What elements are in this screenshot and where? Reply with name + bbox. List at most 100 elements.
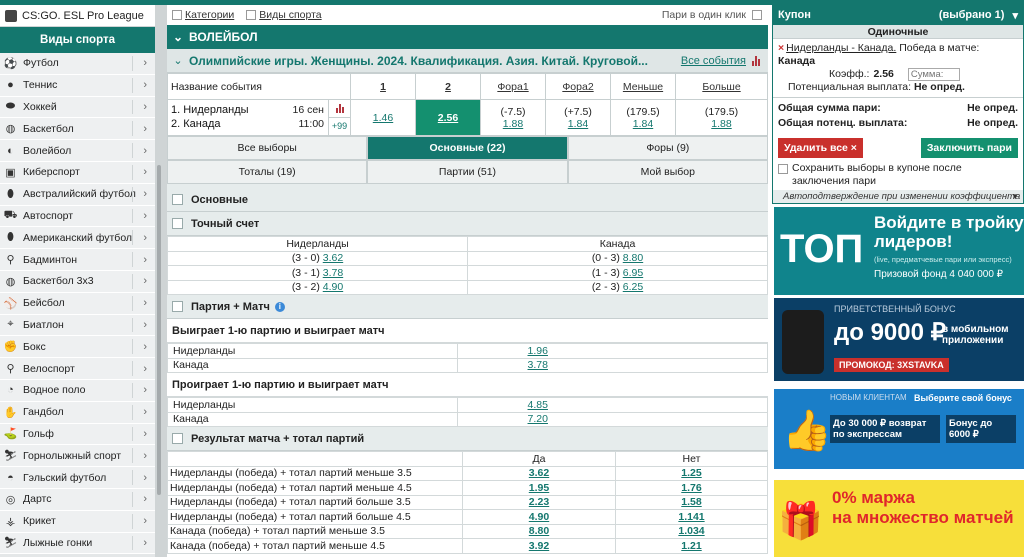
- save-checkbox[interactable]: [778, 164, 788, 174]
- section-checkbox[interactable]: [172, 218, 183, 229]
- all-events-link[interactable]: Все события: [681, 55, 746, 67]
- event-stats-icon[interactable]: [329, 100, 350, 117]
- col-fora2[interactable]: Фора2: [562, 81, 593, 93]
- sidebar-item-9[interactable]: ⚲ Бадминтон ›: [0, 249, 155, 271]
- section-main[interactable]: Основные: [167, 188, 768, 212]
- coupon-header[interactable]: Купон (выбрано 1) ▾: [772, 5, 1024, 25]
- categories-link[interactable]: Категории: [185, 9, 234, 21]
- score-odd[interactable]: 8.80: [623, 252, 643, 264]
- delete-all-button[interactable]: Удалить все ×: [778, 138, 863, 158]
- odd-win2-cell[interactable]: 2.56: [415, 99, 481, 136]
- sidebar-item-14[interactable]: ⚲ Велоспорт ›: [0, 358, 155, 380]
- col-win1[interactable]: 1: [380, 81, 386, 93]
- sports-link[interactable]: Виды спорта: [259, 9, 321, 21]
- promo-banner-newclients[interactable]: 👍 НОВЫМ КЛИЕНТАМ Выберите свой бонус До …: [774, 389, 1024, 469]
- odd-link[interactable]: 4.85: [528, 399, 548, 411]
- sidebar-item-16[interactable]: ✋ Гандбол ›: [0, 401, 155, 424]
- col-win2[interactable]: 2: [445, 81, 451, 93]
- odd-yes[interactable]: 3.62: [529, 467, 549, 479]
- score-odd[interactable]: 3.62: [323, 252, 343, 264]
- odd-link[interactable]: 7.20: [528, 413, 548, 425]
- place-bet-button[interactable]: Заключить пари: [920, 138, 1018, 158]
- section-checkbox[interactable]: [172, 433, 183, 444]
- sidebar-item-22[interactable]: ⛷ Лыжные гонки ›: [0, 532, 155, 555]
- col-fora1[interactable]: Фора1: [497, 81, 528, 93]
- sidebar-item-13[interactable]: ✊ Бокс ›: [0, 336, 155, 359]
- sidebar-item-7[interactable]: ⛟ Автоспорт ›: [0, 205, 155, 228]
- section-checkbox[interactable]: [172, 301, 183, 312]
- score-odd[interactable]: 6.25: [623, 281, 643, 293]
- save-selections-option[interactable]: Сохранить выборы в купоне после заключен…: [773, 162, 1023, 190]
- section-result-total[interactable]: Результат матча + тотал партий: [167, 427, 768, 451]
- col-over[interactable]: Больше: [702, 81, 740, 93]
- stats-icon[interactable]: [752, 55, 762, 66]
- tab-totals[interactable]: Тоталы (19): [167, 160, 368, 184]
- sidebar-item-1[interactable]: ● Теннис ›: [0, 74, 155, 97]
- tab-main[interactable]: Основные (22): [367, 136, 568, 160]
- odd-win2[interactable]: 2.56: [438, 112, 458, 124]
- sports-checkbox[interactable]: [246, 10, 257, 20]
- odd-no[interactable]: 1.25: [681, 467, 701, 479]
- remove-bet-icon[interactable]: ×: [778, 42, 784, 54]
- categories-checkbox[interactable]: [172, 10, 182, 20]
- odd-yes[interactable]: 2.23: [529, 496, 549, 508]
- sidebar-item-3[interactable]: ◍ Баскетбол ›: [0, 118, 155, 141]
- sidebar-item-2[interactable]: ⬬ Хоккей ›: [0, 96, 155, 119]
- odd-link[interactable]: 1.96: [528, 345, 548, 357]
- event-teams[interactable]: 1. Нидерланды 2. Канада 16 сен 11:00 +99: [167, 99, 351, 136]
- sidebar-item-5[interactable]: ▣ Киберспорт ›: [0, 161, 155, 184]
- scrollbar-thumb[interactable]: [157, 165, 161, 495]
- odd-no[interactable]: 1.21: [681, 540, 701, 552]
- odd-yes[interactable]: 4.90: [529, 511, 549, 523]
- coupon-match[interactable]: Нидерланды - Канада.: [786, 42, 896, 54]
- odd-link[interactable]: 3.78: [528, 359, 548, 371]
- odd-no[interactable]: 1.58: [681, 496, 701, 508]
- collapse-icon[interactable]: ▾: [1012, 9, 1018, 22]
- sidebar-item-11[interactable]: ⚾ Бейсбол ›: [0, 292, 155, 315]
- tab-handicaps[interactable]: Форы (9): [567, 136, 768, 160]
- odd-win1[interactable]: 1.46: [373, 112, 393, 124]
- section-exact-score[interactable]: Точный счет: [167, 212, 768, 236]
- score-odd[interactable]: 4.90: [323, 281, 343, 293]
- odd-no[interactable]: 1.141: [678, 511, 704, 523]
- sidebar-item-18[interactable]: ⛷ Горнолыжный спорт ›: [0, 445, 155, 468]
- sidebar-item-20[interactable]: ◎ Дартс ›: [0, 488, 155, 511]
- col-under[interactable]: Меньше: [623, 81, 663, 93]
- competition-header[interactable]: ⌄ Олимпийские игры. Женщины. 2024. Квали…: [167, 49, 768, 73]
- sport-header[interactable]: ⌄ ВОЛЕЙБОЛ: [167, 25, 768, 49]
- promo-banner-welcome[interactable]: ПРИВЕТСТВЕННЫЙ БОНУС до 9000 ₽ в мобильн…: [774, 298, 1024, 381]
- odd-under[interactable]: 1.84: [633, 118, 653, 130]
- tab-my-choice[interactable]: Мой выбор: [567, 160, 768, 184]
- sidebar-item-19[interactable]: ◓ Гэльский футбол ›: [0, 467, 155, 489]
- sidebar-item-0[interactable]: ⚽ Футбол ›: [0, 53, 155, 75]
- one-click-checkbox[interactable]: [752, 10, 762, 20]
- tab-all[interactable]: Все выборы: [167, 136, 368, 160]
- odd-over[interactable]: 1.88: [711, 118, 731, 130]
- odd-no[interactable]: 1.034: [678, 525, 704, 537]
- odd-no[interactable]: 1.76: [681, 482, 701, 494]
- promo-banner-margin[interactable]: 🎁 0% маржа на множество матчей: [774, 480, 1024, 557]
- score-odd[interactable]: 3.78: [323, 267, 343, 279]
- sidebar-item-8[interactable]: ⬮ Американский футбол ›: [0, 227, 155, 250]
- sidebar-item-6[interactable]: ⬮ Австралийский футбол ›: [0, 183, 155, 206]
- sidebar-item-17[interactable]: ⛳ Гольф ›: [0, 423, 155, 446]
- odd-yes[interactable]: 1.95: [529, 482, 549, 494]
- odd-fora2[interactable]: 1.84: [568, 118, 588, 130]
- sidebar-scrollbar[interactable]: [155, 5, 167, 557]
- auto-confirm-dropdown[interactable]: Автоподтверждение при изменении коэффици…: [773, 190, 1023, 203]
- sidebar-item-4[interactable]: ◐ Волейбол ›: [0, 140, 155, 162]
- sidebar-favorite-item[interactable]: CS:GO. ESL Pro League: [0, 5, 155, 27]
- odd-yes[interactable]: 8.80: [529, 525, 549, 537]
- odd-yes[interactable]: 3.92: [529, 540, 549, 552]
- stake-input[interactable]: [907, 68, 960, 81]
- sidebar-item-12[interactable]: ⌖ Биатлон ›: [0, 314, 155, 337]
- score-odd[interactable]: 6.95: [623, 267, 643, 279]
- sidebar-item-21[interactable]: ⚶ Крикет ›: [0, 510, 155, 533]
- tab-sets[interactable]: Партии (51): [367, 160, 568, 184]
- promo-banner-top3[interactable]: ТОП Войдите в тройку лидеров! (live, пре…: [774, 207, 1024, 295]
- section-set-match[interactable]: Партия + Матч i: [167, 295, 768, 319]
- more-markets-button[interactable]: +99: [329, 117, 350, 135]
- section-checkbox[interactable]: [172, 194, 183, 205]
- sidebar-item-15[interactable]: ◔ Водное поло ›: [0, 379, 155, 402]
- odd-fora1[interactable]: 1.88: [503, 118, 523, 130]
